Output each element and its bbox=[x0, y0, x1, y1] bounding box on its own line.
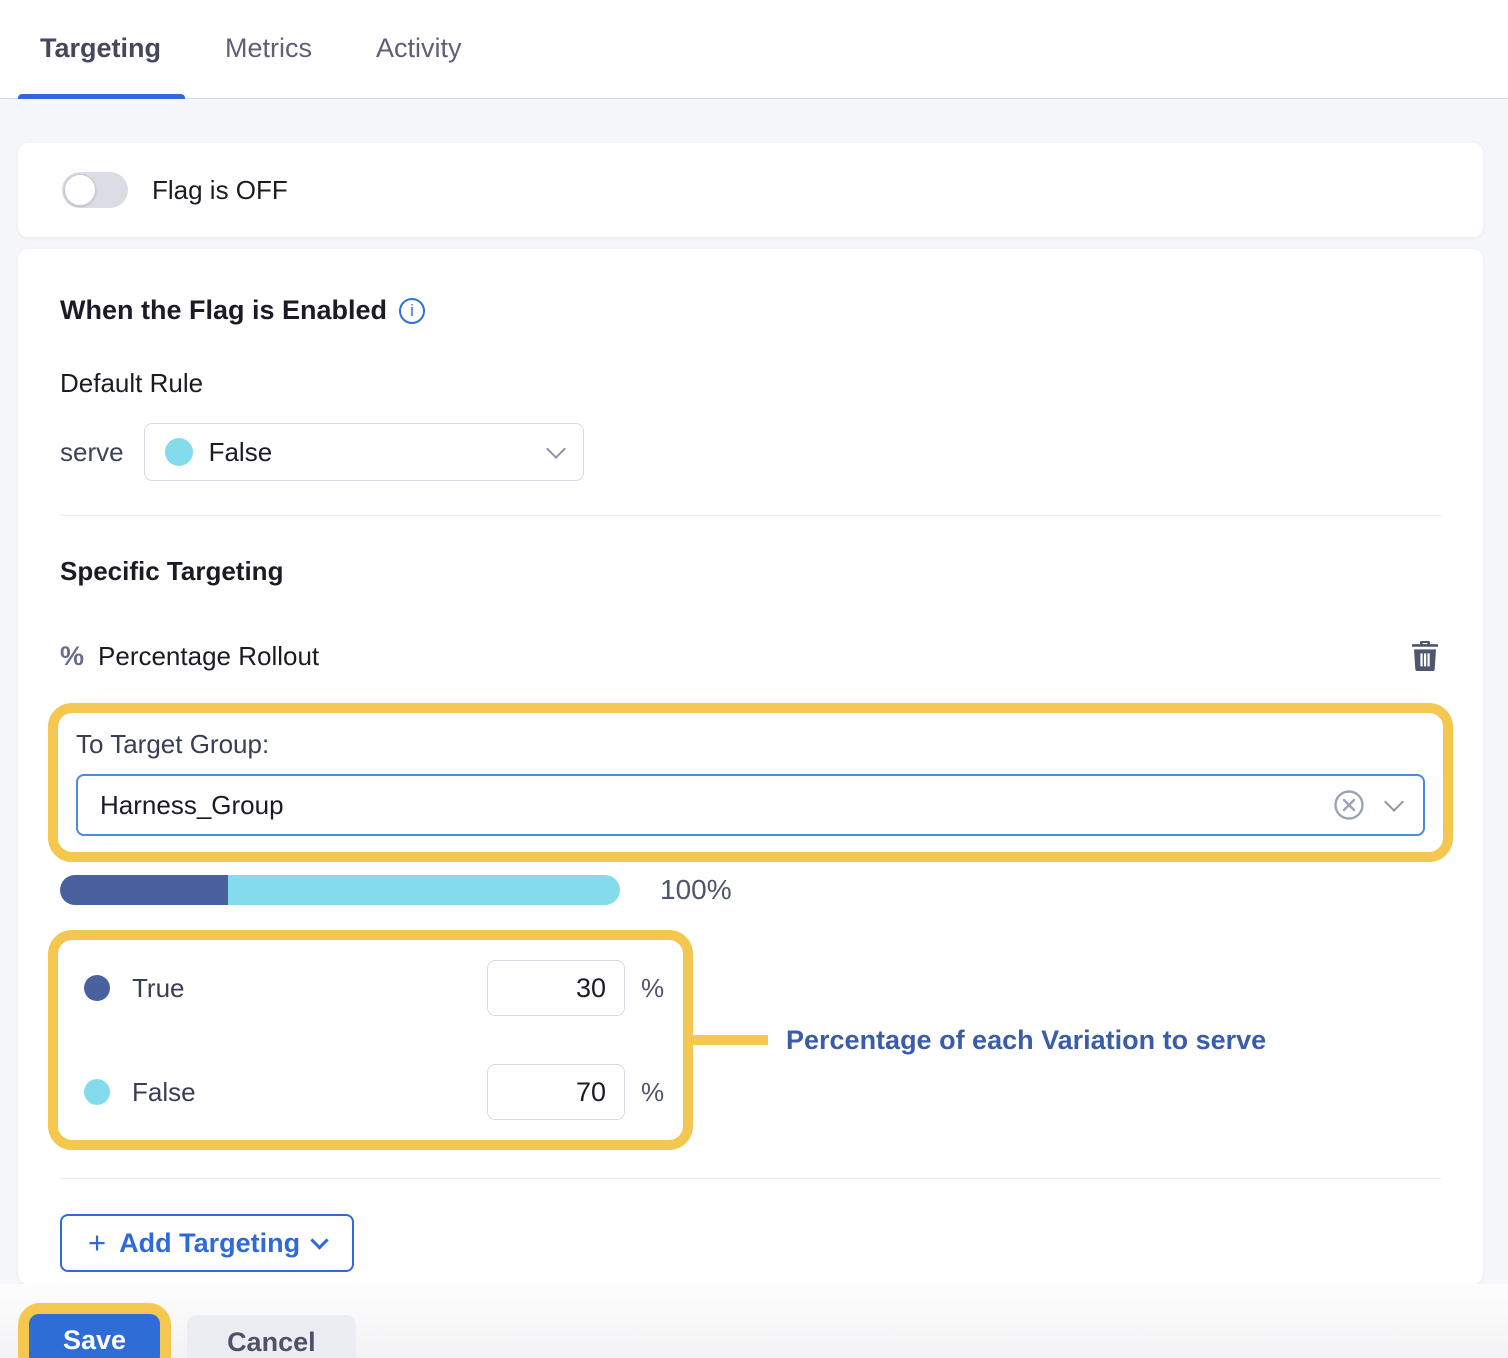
enabled-section-title-text: When the Flag is Enabled bbox=[60, 295, 387, 326]
divider bbox=[60, 1178, 1441, 1179]
flag-state-card: Flag is OFF bbox=[18, 143, 1483, 237]
tab-activity[interactable]: Activity bbox=[376, 33, 462, 99]
variation-weights-highlight-box: True % False % bbox=[48, 930, 693, 1150]
target-group-label: To Target Group: bbox=[76, 729, 1425, 760]
variation-percent-input-false[interactable] bbox=[487, 1064, 625, 1120]
variation-name: False bbox=[132, 1077, 487, 1108]
flag-toggle[interactable] bbox=[62, 172, 128, 208]
rollout-weight-bar bbox=[60, 875, 620, 905]
save-highlight-ring: Save bbox=[18, 1303, 171, 1358]
trash-icon bbox=[1409, 639, 1441, 673]
tab-targeting[interactable]: Targeting bbox=[40, 33, 161, 99]
percentage-rollout-header: % Percentage Rollout bbox=[60, 639, 1441, 673]
tab-metrics[interactable]: Metrics bbox=[225, 33, 312, 99]
serve-variation-value: False bbox=[209, 437, 549, 468]
rollout-weight-bar-row: 100% bbox=[60, 874, 1441, 906]
divider bbox=[60, 515, 1441, 516]
chevron-down-icon bbox=[310, 1231, 328, 1249]
cancel-button[interactable]: Cancel bbox=[187, 1315, 356, 1358]
delete-rollout-button[interactable] bbox=[1409, 639, 1441, 673]
flag-state-label: Flag is OFF bbox=[152, 175, 288, 206]
serve-variation-dropdown[interactable]: False bbox=[144, 423, 584, 481]
plus-icon: + bbox=[88, 1227, 106, 1258]
chevron-down-icon[interactable] bbox=[1384, 792, 1404, 812]
add-targeting-label: Add Targeting bbox=[119, 1228, 300, 1259]
variation-color-dot bbox=[84, 1079, 110, 1105]
variation-color-dot bbox=[165, 438, 193, 466]
percent-suffix: % bbox=[641, 973, 665, 1004]
annotation-connector-line bbox=[693, 1035, 768, 1045]
bar-segment-false bbox=[228, 875, 620, 905]
add-targeting-button[interactable]: + Add Targeting bbox=[60, 1214, 354, 1272]
variation-weights-row: True % False % Percentage of each Variat… bbox=[60, 930, 1441, 1150]
percent-icon: % bbox=[60, 641, 84, 672]
variation-color-dot bbox=[84, 975, 110, 1001]
page-content: Flag is OFF When the Flag is Enabled i D… bbox=[0, 143, 1508, 1284]
clear-selection-icon[interactable] bbox=[1333, 789, 1365, 821]
save-button[interactable]: Save bbox=[29, 1314, 160, 1358]
annotation-text: Percentage of each Variation to serve bbox=[786, 1025, 1266, 1056]
target-group-select[interactable]: Harness_Group bbox=[76, 774, 1425, 836]
default-rule-serve-row: serve False bbox=[60, 423, 1441, 481]
variation-row-true: True % bbox=[76, 960, 665, 1016]
flag-toggle-knob bbox=[64, 174, 96, 206]
rollout-total-percent: 100% bbox=[660, 874, 732, 906]
variation-row-false: False % bbox=[76, 1064, 665, 1120]
percent-suffix: % bbox=[641, 1077, 665, 1108]
enabled-section-title: When the Flag is Enabled i bbox=[60, 295, 1441, 326]
targeting-rules-card: When the Flag is Enabled i Default Rule … bbox=[18, 249, 1483, 1284]
serve-label: serve bbox=[60, 437, 124, 468]
variation-name: True bbox=[132, 973, 487, 1004]
target-group-highlight-box: To Target Group: Harness_Group bbox=[48, 703, 1453, 862]
specific-targeting-title: Specific Targeting bbox=[60, 556, 1441, 587]
variation-percent-input-true[interactable] bbox=[487, 960, 625, 1016]
target-group-value: Harness_Group bbox=[100, 790, 1333, 821]
info-icon[interactable]: i bbox=[399, 298, 425, 324]
chevron-down-icon bbox=[546, 439, 566, 459]
percentage-rollout-label: Percentage Rollout bbox=[98, 641, 1409, 672]
tab-bar: Targeting Metrics Activity bbox=[0, 0, 1508, 99]
default-rule-label: Default Rule bbox=[60, 368, 1441, 399]
footer-action-bar: Save Cancel bbox=[0, 1284, 1508, 1358]
bar-segment-true bbox=[60, 875, 228, 905]
